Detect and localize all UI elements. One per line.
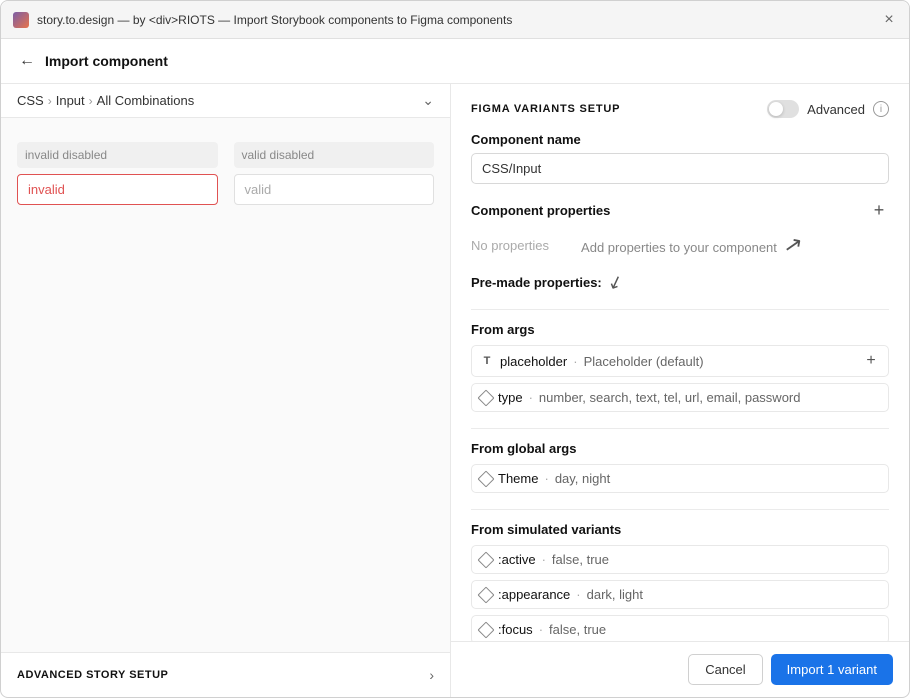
right-panel-scroll: FIGMA VARIANTS SETUP Advanced i Componen… <box>451 84 909 641</box>
from-simulated-variants-title: From simulated variants <box>471 522 889 537</box>
figma-variants-header: FIGMA VARIANTS SETUP Advanced i <box>471 100 889 118</box>
divider-1 <box>471 309 889 310</box>
figma-variants-title: FIGMA VARIANTS SETUP <box>471 103 620 115</box>
advanced-toggle-label: Advanced <box>807 102 865 117</box>
footer: Cancel Import 1 variant <box>451 641 909 697</box>
divider-2 <box>471 428 889 429</box>
arg-row-theme: Theme · day, night <box>471 464 889 493</box>
breadcrumb: CSS › Input › All Combinations ⌄ <box>1 84 450 118</box>
preview-card-invalid-disabled: invalid disabled invalid <box>17 142 218 205</box>
no-properties-area: No properties Add properties to your com… <box>471 228 889 262</box>
pre-made-label: Pre-made properties: <box>471 275 602 290</box>
preview-label-invalid-disabled: invalid disabled <box>17 142 218 168</box>
arrow-hint-icon: ↗ <box>782 231 805 260</box>
main-content: CSS › Input › All Combinations ⌄ invalid… <box>1 84 909 697</box>
arg-value-active: false, true <box>552 552 880 567</box>
app-icon <box>13 12 29 28</box>
arg-value-focus: false, true <box>549 622 880 637</box>
preview-label-valid-disabled: valid disabled <box>234 142 435 168</box>
arg-row-appearance: :appearance · dark, light <box>471 580 889 609</box>
arg-row-type: type · number, search, text, tel, url, e… <box>471 383 889 412</box>
component-properties-label: Component properties <box>471 203 610 218</box>
page-title: Import component <box>45 53 168 69</box>
right-panel: FIGMA VARIANTS SETUP Advanced i Componen… <box>451 84 909 697</box>
diamond-icon-theme <box>478 470 495 487</box>
arg-row-active: :active · false, true <box>471 545 889 574</box>
breadcrumb-sep-1: › <box>48 94 52 108</box>
add-properties-hint: Add properties to your component ↗ <box>581 232 803 258</box>
advanced-toggle-row: Advanced i <box>767 100 889 118</box>
arg-row-inner: T placeholder · Placeholder (default) <box>480 354 856 369</box>
from-simulated-variants-group: From simulated variants :active · false,… <box>471 522 889 641</box>
arg-name-focus: :focus <box>498 622 533 637</box>
arg-name-appearance: :appearance <box>498 587 570 602</box>
diamond-icon-appearance <box>478 586 495 603</box>
breadcrumb-input[interactable]: Input <box>56 93 85 108</box>
arg-dot-focus: · <box>539 622 543 637</box>
advanced-story-label: ADVANCED STORY SETUP <box>17 669 168 681</box>
add-property-button[interactable]: + <box>869 200 889 220</box>
preview-input-valid: valid <box>234 174 435 205</box>
cancel-button[interactable]: Cancel <box>688 654 762 685</box>
component-properties-group: Component properties + No properties Add… <box>471 200 889 293</box>
arg-dot-appearance: · <box>576 587 580 602</box>
title-bar: story.to.design — by <div>RIOTS — Import… <box>1 1 909 39</box>
import-button[interactable]: Import 1 variant <box>771 654 893 685</box>
arg-dot-1: · <box>573 354 577 369</box>
header: ← Import component <box>1 39 909 84</box>
info-icon[interactable]: i <box>873 101 889 117</box>
add-hint-text: Add properties to your component <box>581 240 777 255</box>
divider-3 <box>471 509 889 510</box>
component-name-label: Component name <box>471 132 889 147</box>
arg-name-active: :active <box>498 552 536 567</box>
pre-made-properties-row: Pre-made properties: ↙ <box>471 272 889 293</box>
breadcrumb-sep-2: › <box>89 94 93 108</box>
close-button[interactable]: × <box>881 12 897 28</box>
breadcrumb-current: All Combinations <box>97 93 419 108</box>
arg-name-type: type <box>498 390 523 405</box>
arg-row-focus: :focus · false, true <box>471 615 889 641</box>
arg-add-button-placeholder[interactable]: + <box>862 352 880 370</box>
arg-value-type: number, search, text, tel, url, email, p… <box>539 390 880 405</box>
component-name-input[interactable] <box>471 153 889 184</box>
from-args-group: From args T placeholder · Placeholder (d… <box>471 322 889 412</box>
from-global-args-group: From global args Theme · day, night <box>471 441 889 493</box>
component-preview: invalid disabled invalid valid disabled … <box>1 118 450 652</box>
arg-value-placeholder: Placeholder (default) <box>584 354 856 369</box>
arg-name-placeholder: placeholder <box>500 354 567 369</box>
back-button[interactable]: ← <box>17 51 37 71</box>
advanced-story-setup[interactable]: ADVANCED STORY SETUP › <box>1 652 450 697</box>
title-bar-text: story.to.design — by <div>RIOTS — Import… <box>37 13 881 27</box>
diamond-icon-type <box>478 389 495 406</box>
arg-name-theme: Theme <box>498 471 538 486</box>
breadcrumb-css[interactable]: CSS <box>17 93 44 108</box>
preview-input-invalid: invalid <box>17 174 218 205</box>
pre-made-arrow-icon: ↙ <box>605 270 626 295</box>
preview-card-valid-disabled: valid disabled valid <box>234 142 435 205</box>
toggle-knob <box>769 102 783 116</box>
left-panel: CSS › Input › All Combinations ⌄ invalid… <box>1 84 451 697</box>
T-icon-placeholder: T <box>480 354 494 368</box>
breadcrumb-dropdown-icon[interactable]: ⌄ <box>422 92 434 109</box>
diamond-icon-focus <box>478 621 495 638</box>
arg-dot-type: · <box>529 390 533 405</box>
diamond-icon-active <box>478 551 495 568</box>
arg-dot-theme: · <box>544 471 548 486</box>
from-global-args-title: From global args <box>471 441 889 456</box>
arg-dot-active: · <box>542 552 546 567</box>
arg-value-appearance: dark, light <box>587 587 880 602</box>
component-name-group: Component name <box>471 132 889 184</box>
advanced-toggle[interactable] <box>767 100 799 118</box>
no-properties-text: No properties <box>471 238 549 253</box>
arg-row-placeholder: T placeholder · Placeholder (default) + <box>471 345 889 377</box>
from-args-title: From args <box>471 322 889 337</box>
properties-header: Component properties + <box>471 200 889 220</box>
arg-value-theme: day, night <box>555 471 880 486</box>
advanced-story-chevron-icon: › <box>429 667 434 683</box>
